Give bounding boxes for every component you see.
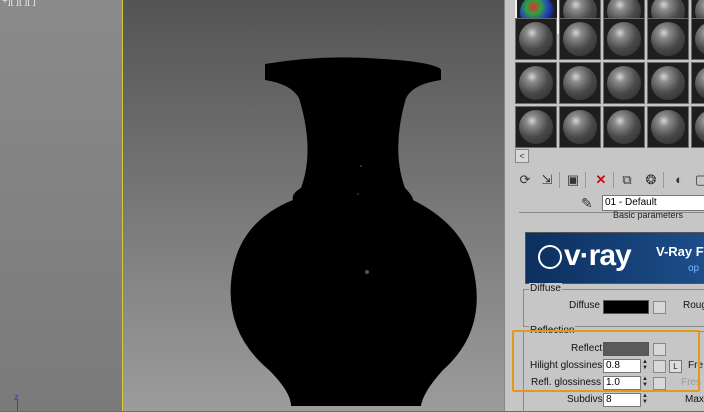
eyedropper-icon[interactable]: ✎ bbox=[581, 195, 593, 212]
material-slot[interactable] bbox=[647, 18, 689, 60]
material-ball bbox=[563, 22, 597, 56]
material-ball bbox=[651, 22, 685, 56]
viewport-left[interactable]: +][ ][ ][ ] z bbox=[0, 0, 122, 411]
toolbar-separator bbox=[613, 172, 614, 188]
material-slot[interactable] bbox=[691, 106, 704, 148]
unique-icon[interactable]: ❂ bbox=[641, 170, 661, 190]
diffuse-color-swatch[interactable] bbox=[603, 300, 649, 314]
material-slot[interactable] bbox=[603, 106, 645, 148]
material-ball bbox=[607, 110, 641, 144]
material-ball bbox=[563, 110, 597, 144]
material-ball bbox=[519, 66, 553, 100]
material-slot[interactable] bbox=[647, 106, 689, 148]
material-ball bbox=[519, 22, 553, 56]
copy-icon[interactable]: ⧉ bbox=[617, 170, 637, 190]
material-slot[interactable] bbox=[603, 18, 645, 60]
toolbar-separator bbox=[585, 172, 586, 188]
material-slot[interactable] bbox=[691, 62, 704, 104]
highlight-box bbox=[512, 330, 700, 392]
material-ball bbox=[563, 66, 597, 100]
material-ball bbox=[651, 110, 685, 144]
vase-rim bbox=[265, 60, 441, 80]
material-toolbar: ⟳ ⇲ ▣ ✕ ⧉ ❂ ◐ ▢ bbox=[515, 170, 704, 192]
delete-icon[interactable]: ✕ bbox=[591, 170, 611, 190]
viewport-perspective[interactable] bbox=[122, 0, 505, 411]
roughness-label: Roug bbox=[683, 300, 704, 311]
vase-silhouette bbox=[230, 57, 477, 406]
vray-logo-text: v·ray bbox=[564, 239, 632, 272]
put-material-icon[interactable]: ⇲ bbox=[537, 170, 557, 190]
material-slot[interactable] bbox=[647, 62, 689, 104]
material-slot[interactable] bbox=[691, 18, 704, 60]
material-ball bbox=[695, 22, 704, 56]
material-ball bbox=[607, 66, 641, 100]
material-slot[interactable] bbox=[515, 62, 557, 104]
more-icon[interactable]: ▢ bbox=[691, 170, 704, 190]
material-slot[interactable] bbox=[515, 106, 557, 148]
vase-render bbox=[230, 57, 477, 406]
viewport-corner-label[interactable]: +][ ][ ][ ] bbox=[2, 0, 36, 7]
diffuse-label: Diffuse bbox=[569, 300, 600, 311]
vase-highlight bbox=[365, 270, 369, 274]
vray-logo-circle bbox=[538, 245, 562, 270]
vray-banner: v·ray V-Ray F op bbox=[525, 232, 704, 284]
material-slot[interactable] bbox=[603, 62, 645, 104]
material-ball bbox=[695, 110, 704, 144]
banner-subtitle: op bbox=[688, 263, 700, 274]
options-icon[interactable]: ◐ bbox=[669, 170, 689, 190]
vray-logo: v·ray bbox=[538, 239, 632, 273]
material-ball bbox=[695, 66, 704, 100]
material-slot[interactable] bbox=[559, 18, 601, 60]
vase-speck bbox=[360, 165, 362, 167]
material-ball bbox=[607, 22, 641, 56]
material-ball bbox=[651, 66, 685, 100]
axis-label: z bbox=[14, 392, 19, 402]
material-slot[interactable] bbox=[559, 106, 601, 148]
material-ball bbox=[519, 110, 553, 144]
diffuse-map-button[interactable] bbox=[653, 301, 666, 314]
rollout-title[interactable]: Basic parameters bbox=[613, 210, 683, 220]
get-material-icon[interactable]: ⟳ bbox=[515, 170, 535, 190]
subdivs-label: Subdivs bbox=[567, 394, 603, 405]
vase-speck-2 bbox=[357, 193, 359, 195]
max-label: Max bbox=[685, 394, 704, 405]
material-slot[interactable] bbox=[515, 18, 557, 60]
toolbar-separator bbox=[663, 172, 664, 188]
diffuse-group-label: Diffuse bbox=[529, 283, 562, 294]
subdivs-input[interactable]: 8 bbox=[603, 393, 641, 407]
assign-icon[interactable]: ▣ bbox=[563, 170, 583, 190]
scroll-left-button[interactable]: < bbox=[515, 149, 529, 163]
toolbar-separator bbox=[559, 172, 560, 188]
banner-title: V-Ray F bbox=[656, 244, 704, 259]
material-slot[interactable] bbox=[559, 62, 601, 104]
subdivs-spinner[interactable]: ▲ ▼ bbox=[641, 393, 649, 405]
material-name-field[interactable]: 01 - Default bbox=[602, 195, 704, 211]
